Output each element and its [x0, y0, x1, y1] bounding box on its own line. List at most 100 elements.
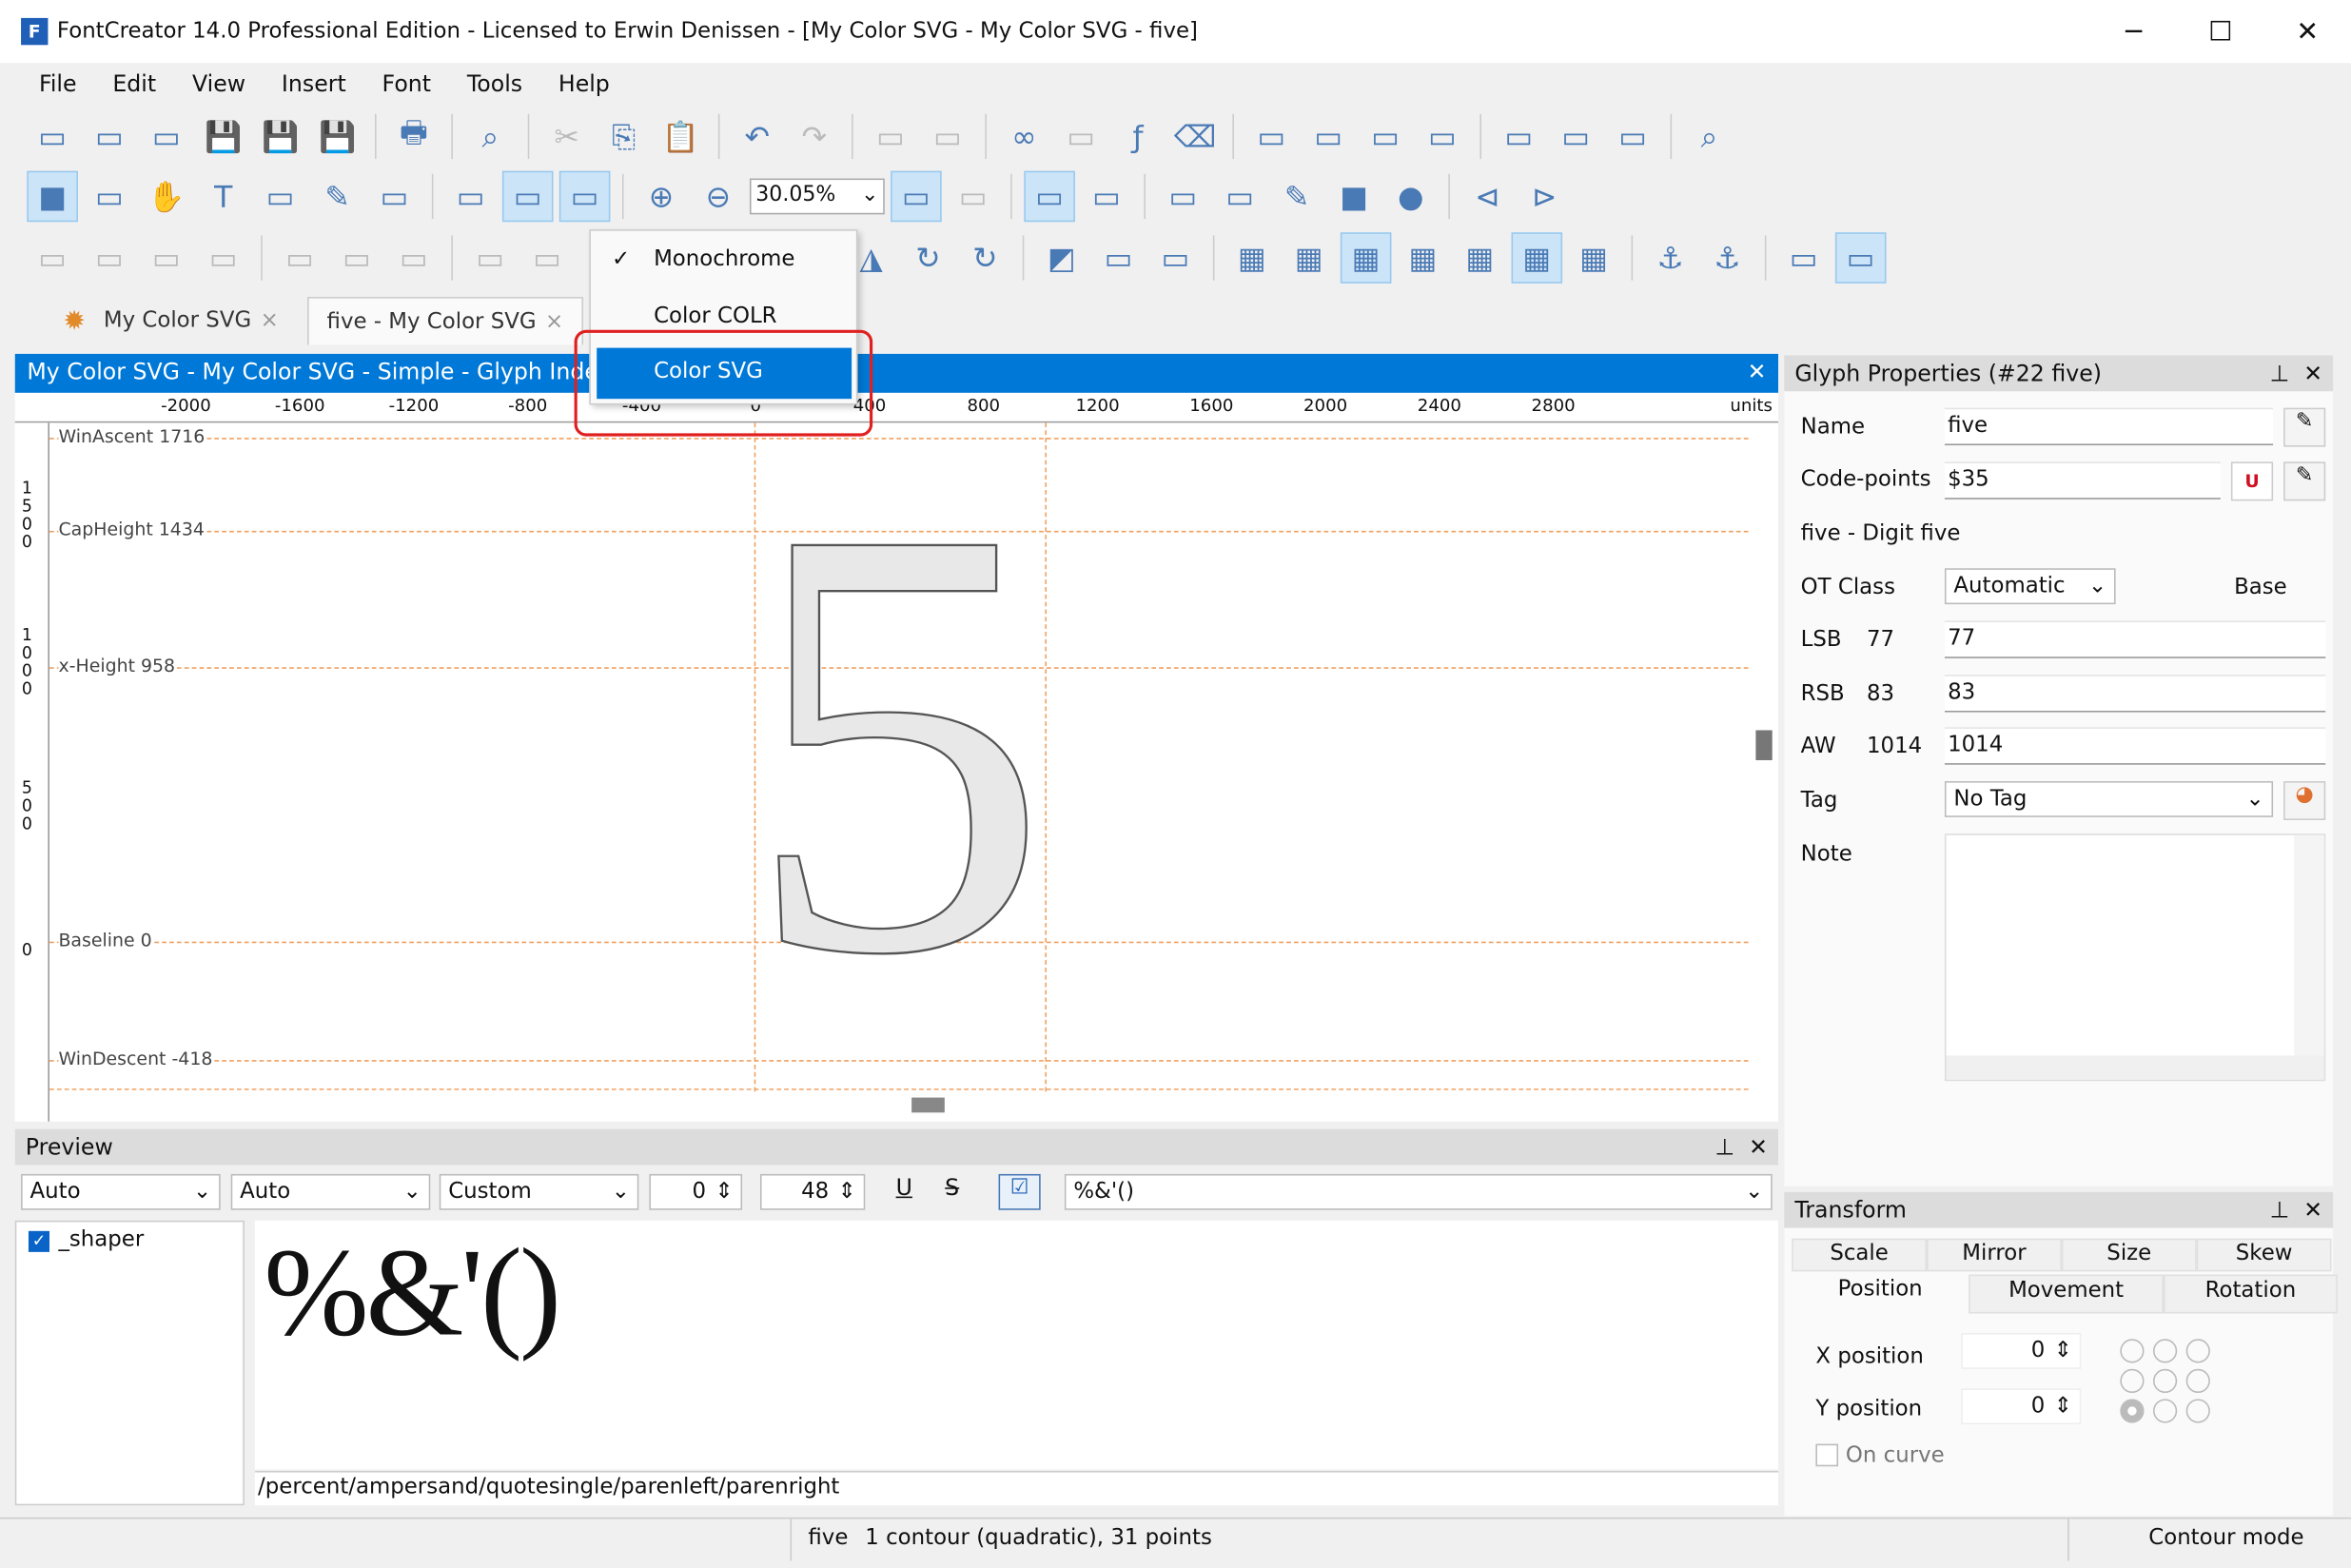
save-all-icon[interactable]: 💾 — [255, 111, 306, 163]
test-icon[interactable]: ▭ — [1246, 111, 1298, 163]
subtract-icon[interactable]: ▭ — [1150, 232, 1202, 284]
name-field[interactable]: five — [1944, 407, 2274, 446]
codepoints-field[interactable]: $35 — [1944, 461, 2221, 500]
note-textarea[interactable] — [1944, 833, 2326, 1082]
image-icon[interactable]: ▭ — [445, 171, 497, 223]
anchor-point-radio[interactable] — [2120, 1399, 2145, 1423]
preview-icon[interactable]: ▭ — [1607, 111, 1658, 163]
align4-icon[interactable]: ▭ — [198, 232, 249, 284]
preview-text-input[interactable]: %&'() ⌄ — [1064, 1173, 1773, 1210]
size-stepper[interactable]: 48 ⇕ — [759, 1173, 866, 1210]
shaper-item[interactable]: ✓ _shaper — [16, 1222, 243, 1258]
language-select[interactable]: Auto ⌄ — [230, 1173, 431, 1210]
rectangle-select-icon[interactable]: ■ — [27, 170, 78, 223]
previous-icon[interactable]: ⊲ — [1462, 171, 1514, 223]
tab-movement[interactable]: Movement — [1969, 1274, 2165, 1314]
vertical-scrollbar[interactable] — [2294, 834, 2324, 1056]
points-icon[interactable]: ▭ — [1081, 171, 1132, 223]
contour-icon[interactable]: ▭ — [1024, 170, 1075, 223]
font-overview-icon[interactable]: ▭ — [141, 111, 192, 163]
tab-position[interactable]: Position — [1792, 1274, 1969, 1314]
link-icon[interactable]: ∞ — [999, 111, 1050, 163]
menu-tools[interactable]: Tools — [449, 66, 540, 102]
menu-file[interactable]: File — [21, 66, 94, 102]
zoom-out-icon[interactable]: ⊖ — [693, 171, 744, 223]
tab-mirror[interactable]: Mirror — [1927, 1238, 2062, 1272]
anchor-point-radio[interactable] — [2152, 1339, 2178, 1363]
close-icon[interactable]: × — [545, 309, 563, 333]
x-position-stepper[interactable]: 0 ⇕ — [1961, 1332, 2082, 1369]
tab-glyph[interactable]: five - My Color SVG × — [307, 297, 583, 345]
print-icon[interactable]: 🖶 — [388, 111, 440, 163]
new-font-icon[interactable]: ▭ — [27, 111, 78, 163]
glyph-canvas[interactable] — [14, 422, 1779, 1122]
on-curve-checkbox[interactable] — [1815, 1443, 1839, 1467]
edit-icon[interactable]: ▭ — [1303, 111, 1354, 163]
zoom-level-select[interactable]: 30.05% ⌄ — [749, 178, 885, 215]
pin-icon[interactable]: ⊥ — [2270, 360, 2290, 386]
align2-icon[interactable]: ▭ — [84, 232, 135, 284]
close-icon[interactable]: ✕ — [2303, 1197, 2322, 1224]
ot-class-select[interactable]: Automatic ⌄ — [1944, 568, 2116, 605]
close-icon[interactable]: ✕ — [2303, 360, 2322, 386]
save-icon[interactable]: 💾 — [198, 111, 249, 163]
script-select[interactable]: Auto ⌄ — [21, 1173, 221, 1210]
menu-edit[interactable]: Edit — [94, 66, 174, 102]
align-center-icon[interactable]: ▭ — [331, 232, 382, 284]
features-select[interactable]: Custom ⌄ — [439, 1173, 639, 1210]
rotate-right-icon[interactable]: ↻ — [960, 232, 1011, 284]
spell-icon[interactable]: ▭ — [1494, 111, 1545, 163]
align3-icon[interactable]: ▭ — [141, 232, 192, 284]
next-icon[interactable]: ⊳ — [1518, 171, 1570, 223]
rotate-left-icon[interactable]: ↻ — [903, 232, 954, 284]
fill-mode-icon[interactable]: ▭ — [501, 170, 554, 223]
anchor-point-radio[interactable] — [2185, 1339, 2210, 1363]
pen-icon[interactable]: ✎ — [312, 171, 363, 223]
grid2-icon[interactable]: ▦ — [1283, 232, 1335, 284]
unicode-icon[interactable]: U — [2230, 461, 2274, 501]
formula-icon[interactable]: ƒ — [1112, 111, 1164, 163]
lasso-icon[interactable]: ▭ — [84, 171, 135, 223]
grid7-icon[interactable]: ▦ — [1568, 232, 1619, 284]
redo-icon[interactable]: ↷ — [789, 111, 840, 163]
close-button[interactable]: ✕ — [2264, 0, 2351, 63]
cut-icon[interactable]: ✂ — [541, 111, 593, 163]
copy-icon[interactable]: ⎘ — [598, 111, 650, 163]
align-icon[interactable]: ▭ — [27, 232, 78, 284]
rsb-field[interactable]: 83 — [1944, 675, 2326, 713]
glyph-box-icon[interactable]: ▭ — [1834, 232, 1887, 284]
horizontal-scrollbar-thumb[interactable] — [911, 1097, 945, 1113]
insert-codepoint-icon[interactable]: ▭ — [865, 111, 916, 163]
anchor-point-radio[interactable] — [2185, 1368, 2210, 1394]
anchor-point-radio[interactable] — [2152, 1368, 2178, 1394]
anchor-point-radio[interactable] — [2185, 1399, 2210, 1423]
undo-icon[interactable]: ↶ — [732, 111, 783, 163]
aw-field[interactable]: 1014 — [1944, 727, 2326, 765]
insert-glyph-icon[interactable]: ▭ — [922, 111, 973, 163]
pie-chart-icon[interactable]: ◕ — [2283, 781, 2326, 821]
add-image-icon[interactable]: ▭ — [1158, 171, 1209, 223]
align-middle-icon[interactable]: ▭ — [521, 232, 573, 284]
menu-insert[interactable]: Insert — [264, 66, 364, 102]
anchor-icon[interactable]: ⚓ — [1645, 232, 1696, 284]
tab-font[interactable]: ✹ My Color SVG × — [45, 297, 296, 344]
grid5-icon[interactable]: ▦ — [1455, 232, 1506, 284]
anchor-lock-icon[interactable]: ⚓ — [1702, 232, 1753, 284]
spell-web-icon[interactable]: ▭ — [1550, 111, 1601, 163]
tag-select[interactable]: No Tag ⌄ — [1944, 781, 2274, 817]
menu-help[interactable]: Help — [540, 66, 628, 102]
align-left-icon[interactable]: ▭ — [274, 232, 325, 284]
rectangle-icon[interactable]: ■ — [1328, 171, 1380, 223]
magic-wand-icon[interactable]: ✎ — [2283, 407, 2326, 447]
open-icon[interactable]: ▭ — [84, 111, 135, 163]
pencil-icon[interactable]: ✎ — [1271, 171, 1322, 223]
horizontal-scrollbar[interactable] — [1946, 1055, 2324, 1080]
save-as-icon[interactable]: 💾 — [312, 111, 363, 163]
y-position-stepper[interactable]: 0 ⇕ — [1961, 1388, 2082, 1425]
hand-icon[interactable]: ✋ — [141, 171, 192, 223]
grid-icon[interactable]: ▦ — [1226, 232, 1278, 284]
grid6-icon[interactable]: ▦ — [1511, 232, 1563, 284]
underline-button[interactable]: U — [885, 1174, 924, 1210]
checkbox-icon[interactable]: ✓ — [28, 1230, 50, 1252]
close-icon[interactable]: ✕ — [1749, 1133, 1768, 1160]
